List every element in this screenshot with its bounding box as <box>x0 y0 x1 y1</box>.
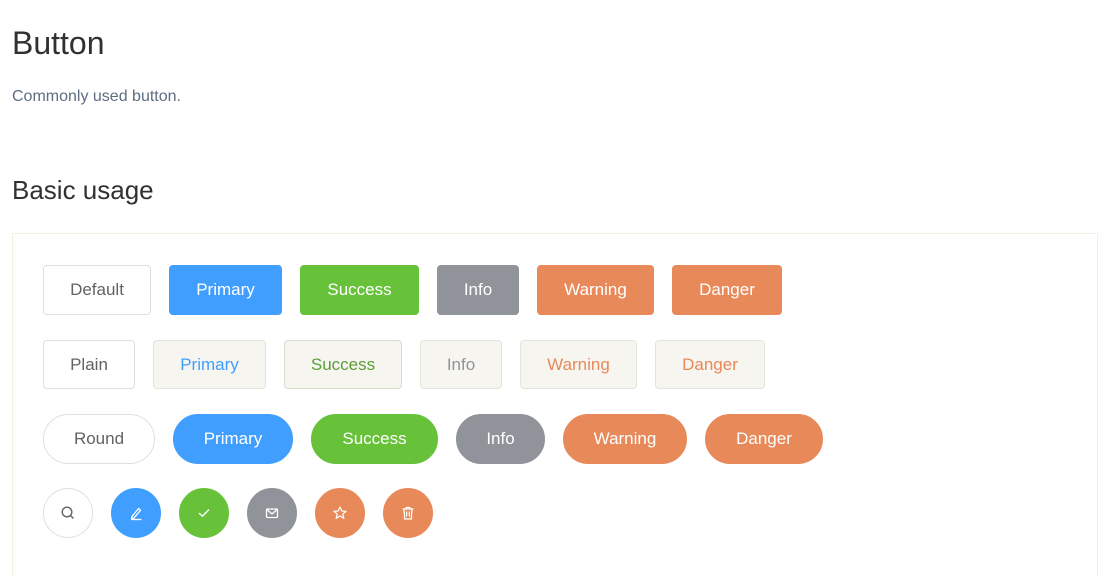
plain-warning-button[interactable]: Warning <box>520 340 637 389</box>
info-button[interactable]: Info <box>437 265 519 315</box>
danger-button[interactable]: Danger <box>672 265 782 315</box>
circle-edit-button[interactable] <box>111 488 161 538</box>
plain-success-button[interactable]: Success <box>284 340 402 389</box>
search-icon <box>59 504 77 522</box>
demo-block: Default Primary Success Info Warning Dan… <box>12 233 1098 576</box>
message-icon <box>263 504 281 522</box>
plain-primary-button[interactable]: Primary <box>153 340 266 389</box>
star-icon <box>331 504 349 522</box>
round-info-button[interactable]: Info <box>456 414 545 464</box>
warning-button[interactable]: Warning <box>537 265 654 315</box>
circle-delete-button[interactable] <box>383 488 433 538</box>
delete-icon <box>399 504 417 522</box>
circle-star-button[interactable] <box>315 488 365 538</box>
section-title: Basic usage <box>12 175 154 205</box>
success-button[interactable]: Success <box>300 265 419 315</box>
round-buttons-row: Round Primary Success Info Warning Dange… <box>43 414 841 464</box>
check-icon <box>195 504 213 522</box>
round-danger-button[interactable]: Danger <box>705 414 823 464</box>
default-button[interactable]: Default <box>43 265 151 315</box>
plain-info-button[interactable]: Info <box>420 340 502 389</box>
plain-buttons-row: Plain Primary Success Info Warning Dange… <box>43 340 783 389</box>
edit-icon <box>127 504 145 522</box>
round-default-button[interactable]: Round <box>43 414 155 464</box>
round-success-button[interactable]: Success <box>311 414 438 464</box>
round-warning-button[interactable]: Warning <box>563 414 687 464</box>
circle-message-button[interactable] <box>247 488 297 538</box>
circle-search-button[interactable] <box>43 488 93 538</box>
plain-danger-button[interactable]: Danger <box>655 340 765 389</box>
plain-default-button[interactable]: Plain <box>43 340 135 389</box>
page-title: Button <box>12 25 105 61</box>
primary-button[interactable]: Primary <box>169 265 282 315</box>
round-primary-button[interactable]: Primary <box>173 414 293 464</box>
page-description: Commonly used button. <box>12 88 181 105</box>
basic-buttons-row: Default Primary Success Info Warning Dan… <box>43 265 800 315</box>
circle-check-button[interactable] <box>179 488 229 538</box>
circle-buttons-row <box>43 488 451 538</box>
